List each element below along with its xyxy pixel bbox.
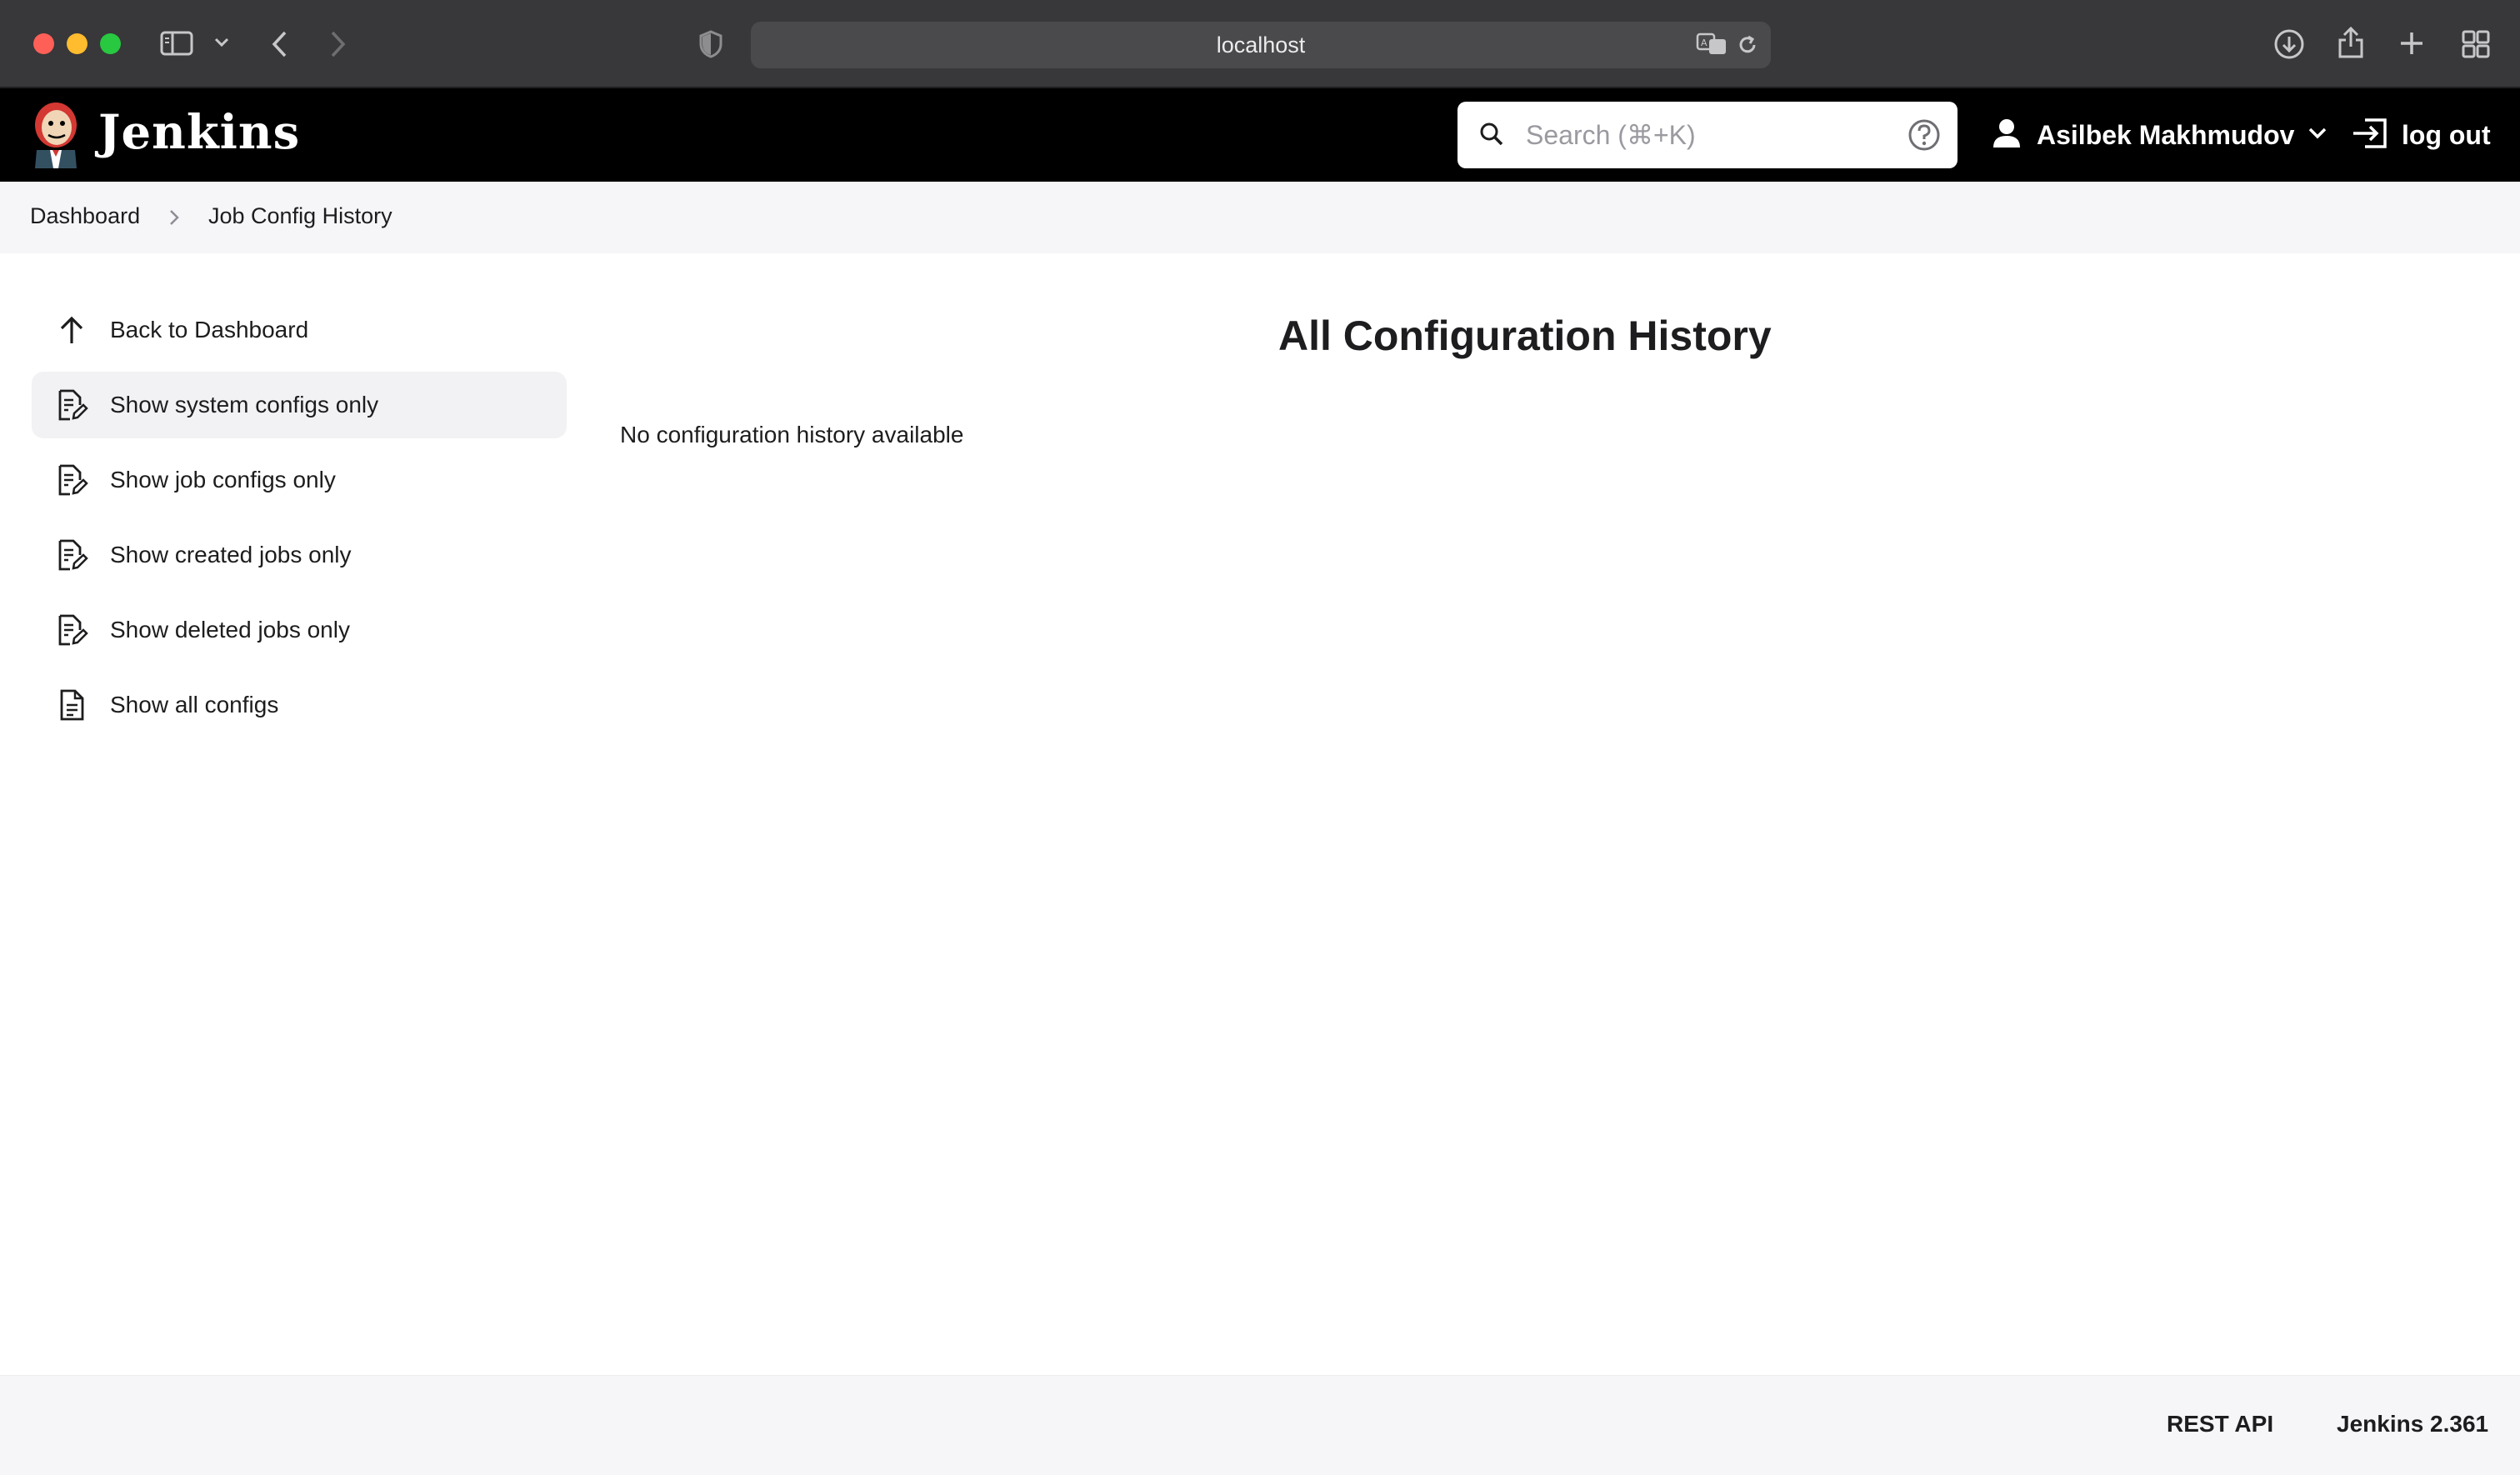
sidebar-item-all-configs[interactable]: Show all configs <box>32 672 567 738</box>
address-bar[interactable]: localhost A <box>751 22 1771 68</box>
sidebar-item-label: Show job configs only <box>110 467 336 492</box>
page-title: All Configuration History <box>1278 312 1772 359</box>
logout-button[interactable]: log out <box>2352 88 2491 182</box>
privacy-shield-icon[interactable] <box>698 30 723 58</box>
config-document-icon <box>55 388 88 422</box>
footer: REST API Jenkins 2.361 <box>0 1375 2520 1475</box>
empty-state-message: No configuration history available <box>620 422 964 448</box>
forward-icon[interactable] <box>329 30 348 58</box>
breadcrumb-dashboard[interactable]: Dashboard <box>30 203 140 229</box>
config-document-icon <box>55 538 88 572</box>
logout-label: log out <box>2402 119 2491 150</box>
sidebar-item-label: Show deleted jobs only <box>110 617 350 642</box>
jenkins-header: Jenkins Asilbek Makhmudov log out <box>0 88 2520 182</box>
arrow-up-icon <box>55 313 88 347</box>
search-icon <box>1479 122 1504 151</box>
sidebar-item-created-jobs[interactable]: Show created jobs only <box>32 522 567 588</box>
downloads-icon[interactable] <box>2273 28 2305 60</box>
search-box[interactable] <box>1458 102 1958 168</box>
translate-icon[interactable]: A <box>1696 32 1728 57</box>
user-icon <box>1992 118 2022 153</box>
sidebar-item-system-configs[interactable]: Show system configs only <box>32 372 567 438</box>
window-zoom-button[interactable] <box>100 33 121 54</box>
sidebar-item-back-to-dashboard[interactable]: Back to Dashboard <box>32 297 567 363</box>
sidebar-item-label: Show all configs <box>110 692 279 718</box>
reload-icon[interactable] <box>1736 33 1759 57</box>
breadcrumb: Dashboard Job Config History <box>0 182 2520 253</box>
chevron-down-icon[interactable] <box>2308 127 2328 144</box>
config-document-icon <box>55 463 88 497</box>
logout-icon <box>2352 117 2390 154</box>
user-name: Asilbek Makhmudov <box>2037 119 2295 150</box>
jenkins-version-link[interactable]: Jenkins 2.361 <box>2337 1411 2488 1438</box>
sidebar-item-label: Show created jobs only <box>110 542 352 568</box>
user-menu[interactable]: Asilbek Makhmudov <box>1992 88 2328 182</box>
sidebar-item-label: Back to Dashboard <box>110 317 309 342</box>
sidebar-toggle-icon[interactable] <box>160 30 193 57</box>
sidebar-item-label: Show system configs only <box>110 392 379 418</box>
share-icon[interactable] <box>2337 25 2365 60</box>
browser-toolbar: localhost A <box>0 0 2520 88</box>
window-minimize-button[interactable] <box>67 33 88 54</box>
chevron-down-icon[interactable] <box>213 37 230 48</box>
back-icon[interactable] <box>270 30 288 58</box>
jenkins-brand[interactable]: Jenkins <box>98 105 300 160</box>
search-input[interactable] <box>1526 117 1876 153</box>
chevron-right-icon <box>168 208 180 231</box>
config-document-icon <box>55 613 88 647</box>
breadcrumb-job-config-history[interactable]: Job Config History <box>208 203 392 229</box>
rest-api-link[interactable]: REST API <box>2167 1411 2273 1438</box>
svg-text:A: A <box>1701 38 1708 48</box>
jenkins-logo-icon[interactable] <box>30 100 82 168</box>
new-tab-icon[interactable] <box>2398 30 2425 57</box>
window-close-button[interactable] <box>33 33 54 54</box>
url-text: localhost <box>1216 32 1306 58</box>
help-icon[interactable] <box>1908 118 1941 156</box>
sidebar-item-deleted-jobs[interactable]: Show deleted jobs only <box>32 597 567 663</box>
tab-overview-icon[interactable] <box>2462 30 2490 58</box>
sidebar-item-job-configs[interactable]: Show job configs only <box>32 447 567 513</box>
document-icon <box>55 688 88 722</box>
